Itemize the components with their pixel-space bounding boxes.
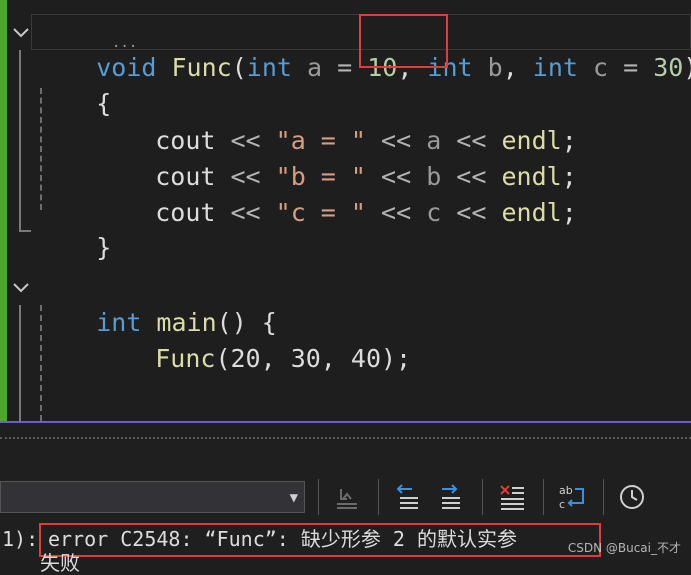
prev-message-icon[interactable]: [390, 481, 422, 513]
next-message-icon[interactable]: [434, 481, 466, 513]
stream-operator: <<: [215, 198, 276, 227]
history-icon[interactable]: [616, 481, 648, 513]
toolbar-separator: [603, 479, 604, 515]
scope-guide-end: [19, 230, 31, 232]
function-name: Func: [171, 53, 232, 82]
toolbar-separator: [543, 479, 544, 515]
stream-operator: <<: [365, 198, 427, 227]
func-call-args: (20, 30, 40);: [215, 344, 412, 373]
scope-guide: [19, 305, 21, 421]
clear-all-icon[interactable]: [496, 481, 528, 513]
variable-c: c: [426, 198, 442, 227]
keyword-int: int: [246, 53, 292, 82]
paren-open: (: [231, 53, 247, 82]
code-editor[interactable]: void Func(int a = 10, int b, int c = 30)…: [0, 0, 691, 421]
output-source-dropdown[interactable]: ▼: [0, 481, 305, 513]
param-a: a: [291, 53, 338, 82]
output-panel: ▼ ab c 1): error C2548: “Func”: 缺少形参 2 的默…: [0, 423, 691, 573]
stream-operator: <<: [441, 198, 502, 227]
cout-identifier: cout: [155, 198, 216, 227]
fold-chevron-icon[interactable]: [11, 22, 31, 42]
paren-close: ): [683, 53, 691, 82]
operator-assign: =: [623, 53, 639, 82]
comma: ,: [502, 53, 533, 82]
error-highlight-box: [39, 523, 601, 557]
clear-icon[interactable]: [331, 481, 363, 513]
change-indicator-bar: [0, 0, 7, 421]
error-next-line: 失败: [40, 551, 80, 575]
dropdown-arrow-icon: ▼: [289, 490, 298, 506]
output-toolbar: ▼ ab c: [0, 475, 691, 519]
error-prefix: 1):: [2, 527, 39, 551]
code-line-cout-c[interactable]: cout << "c = " << c << endl;: [95, 159, 577, 267]
word-wrap-icon[interactable]: ab c: [556, 481, 588, 513]
func-call-name: Func: [155, 344, 216, 373]
semicolon: ;: [561, 198, 577, 227]
toolbar-separator: [318, 479, 319, 515]
svg-text:c: c: [559, 498, 565, 511]
operator-assign: =: [337, 53, 353, 82]
close-brace: }: [96, 233, 112, 262]
keyword-int: int: [532, 53, 578, 82]
fold-chevron-icon[interactable]: [11, 277, 31, 297]
code-line-return[interactable]: return 0;: [95, 378, 290, 421]
watermark: CSDN @Bucai_不才: [567, 541, 681, 555]
toolbar-separator: [378, 479, 379, 515]
default-value-c: 30: [638, 53, 684, 82]
param-c: c: [577, 53, 624, 82]
param-b-highlight-box: [359, 14, 448, 68]
panel-divider: [0, 437, 691, 439]
endl-identifier: endl: [501, 198, 562, 227]
scope-guide: [19, 50, 21, 232]
toolbar-separator: [482, 479, 483, 515]
param-b: b: [472, 53, 503, 82]
svg-text:ab: ab: [559, 484, 573, 497]
string-literal: "c = ": [275, 198, 366, 227]
quick-action-dots-icon[interactable]: ···: [112, 40, 137, 54]
